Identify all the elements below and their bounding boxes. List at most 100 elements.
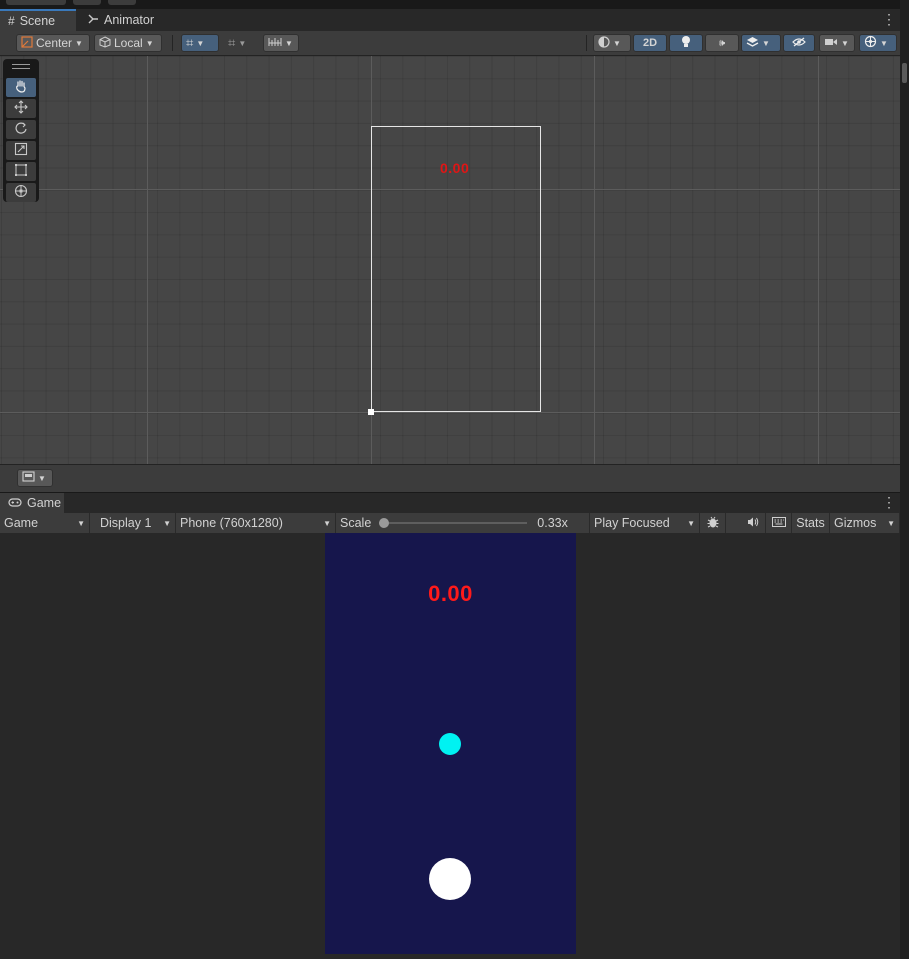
game-tab-bar: Game ⋮	[0, 493, 900, 513]
game-view-dropdown[interactable]: Game ▼	[0, 513, 90, 533]
tab-animator[interactable]: Animator	[80, 9, 162, 31]
grid-major-line	[0, 412, 900, 413]
scene-tab-bar: # Scene Animator ⋮	[0, 9, 900, 32]
drag-handle-icon[interactable]	[12, 64, 30, 69]
pivot-rotation-label: Local	[114, 36, 143, 50]
gizmo-globe-icon	[864, 35, 877, 51]
chevron-down-icon: ▼	[38, 473, 46, 483]
scrollbar-thumb[interactable]	[902, 63, 907, 83]
chevron-down-icon: ▼	[687, 518, 695, 528]
grid-snap-icon: ⌗	[186, 35, 194, 50]
pivot-center-icon	[21, 35, 33, 51]
play-mode-dropdown[interactable]: Play Focused ▼	[590, 513, 700, 533]
scale-slider-track	[379, 522, 528, 524]
draw-mode-dropdown[interactable]: ▼	[593, 34, 631, 52]
canvas-pivot-handle[interactable]	[368, 409, 374, 415]
gamepad-icon	[8, 496, 22, 510]
keyboard-icon	[771, 516, 786, 530]
scale-slider[interactable]	[379, 517, 528, 529]
toolbar-separator	[586, 35, 587, 51]
display-label: Display 1	[100, 516, 152, 530]
2d-mode-toggle[interactable]: 2D	[633, 34, 667, 52]
game-more-menu-icon[interactable]: ⋮	[878, 493, 900, 513]
grid-icon: #	[8, 14, 15, 28]
scene-score-text[interactable]: 0.00	[440, 160, 469, 176]
transform-all-icon	[14, 184, 28, 201]
camera-settings-dropdown[interactable]: ▼	[819, 34, 855, 52]
chevron-down-icon: ▼	[75, 38, 83, 48]
chevron-down-icon: ▼	[196, 38, 205, 48]
gizmos-dropdown[interactable]: Gizmos ▼	[830, 513, 900, 533]
transform-tools-palette	[3, 59, 39, 202]
shaded-sphere-icon	[598, 35, 610, 51]
local-cube-icon	[99, 35, 111, 51]
display-dropdown[interactable]: Display 1 ▼	[96, 513, 176, 533]
eye-hidden-icon	[792, 36, 806, 50]
rect-transform-icon	[14, 163, 28, 180]
speaker-icon	[746, 516, 760, 531]
pivot-mode-dropdown[interactable]: Center ▼	[16, 34, 90, 52]
audio-mute-icon: 🕪	[718, 37, 726, 49]
scale-slider-thumb[interactable]	[379, 518, 390, 528]
pivot-rotation-dropdown[interactable]: Local ▼	[94, 34, 162, 52]
game-score-text: 0.00	[428, 581, 473, 606]
large-white-ball	[429, 858, 471, 900]
increment-snap-icon: ⌗	[228, 35, 236, 50]
window-tab-handle[interactable]	[6, 0, 66, 5]
scene-visibility-toggle[interactable]	[783, 34, 815, 52]
layers-icon	[746, 36, 759, 51]
chevron-down-icon: ▼	[163, 518, 171, 528]
chevron-down-icon: ▼	[238, 38, 247, 48]
overlay-menu-dropdown[interactable]: ▼	[17, 469, 53, 487]
chevron-down-icon: ▼	[285, 38, 293, 48]
scene-more-menu-icon[interactable]: ⋮	[878, 9, 900, 31]
keyboard-shortcuts-button[interactable]	[766, 513, 792, 533]
scale-control: Scale 0.33x	[336, 513, 590, 533]
chevron-down-icon: ▼	[77, 518, 85, 528]
scene-overlay-bar: ▼	[0, 464, 900, 492]
game-viewport[interactable]: 0.00	[0, 533, 900, 959]
stats-label: Stats	[796, 516, 825, 530]
audio-toggle[interactable]: 🕪	[705, 34, 739, 52]
resolution-dropdown[interactable]: Phone (760x1280) ▼	[176, 513, 336, 533]
scene-viewport[interactable]: 0.00	[0, 56, 900, 464]
tab-scene-label: Scene	[19, 14, 56, 28]
game-screen[interactable]: 0.00	[325, 533, 576, 954]
lighting-toggle[interactable]	[669, 34, 703, 52]
rotate-icon	[14, 121, 28, 138]
grid-snap-toggle[interactable]: ⌗ ▼	[181, 34, 219, 52]
move-arrows-icon	[14, 100, 28, 117]
2d-mode-label: 2D	[642, 37, 658, 49]
tab-animator-label: Animator	[104, 13, 155, 27]
effects-dropdown[interactable]: ▼	[741, 34, 781, 52]
tab-game[interactable]: Game	[0, 493, 64, 513]
window-tab-handle[interactable]	[108, 0, 136, 5]
chevron-down-icon: ▼	[887, 518, 895, 528]
transform-tool-button[interactable]	[6, 183, 36, 202]
hand-icon	[14, 79, 28, 96]
tab-game-label: Game	[27, 496, 62, 510]
window-tab-handle[interactable]	[73, 0, 101, 5]
chevron-down-icon: ▼	[841, 38, 849, 48]
pivot-mode-label: Center	[36, 36, 73, 50]
top-strip	[0, 0, 909, 9]
bug-icon	[706, 515, 720, 532]
scale-tool-button[interactable]	[6, 141, 36, 160]
hand-tool-button[interactable]	[6, 78, 36, 97]
increment-snap-toggle[interactable]: ⌗ ▼	[223, 34, 261, 52]
gizmos-scene-dropdown[interactable]: ▼	[859, 34, 897, 52]
rotate-tool-button[interactable]	[6, 120, 36, 139]
grid-major-line	[147, 56, 148, 464]
overlay-panel-icon	[22, 471, 35, 485]
tab-scene[interactable]: # Scene	[0, 9, 76, 31]
move-tool-button[interactable]	[6, 99, 36, 118]
stats-button[interactable]: Stats	[792, 513, 830, 533]
snap-settings-dropdown[interactable]: ▼	[263, 34, 299, 52]
chevron-down-icon: ▼	[880, 38, 888, 48]
rect-tool-button[interactable]	[6, 162, 36, 181]
frame-debugger-button[interactable]	[700, 513, 726, 533]
vertical-scrollbar[interactable]	[900, 0, 909, 959]
toolbar-separator	[172, 35, 173, 51]
mute-audio-button[interactable]	[740, 513, 766, 533]
game-toolbar: Game ▼ Display 1 ▼ Phone (760x1280) ▼ Sc…	[0, 513, 900, 534]
